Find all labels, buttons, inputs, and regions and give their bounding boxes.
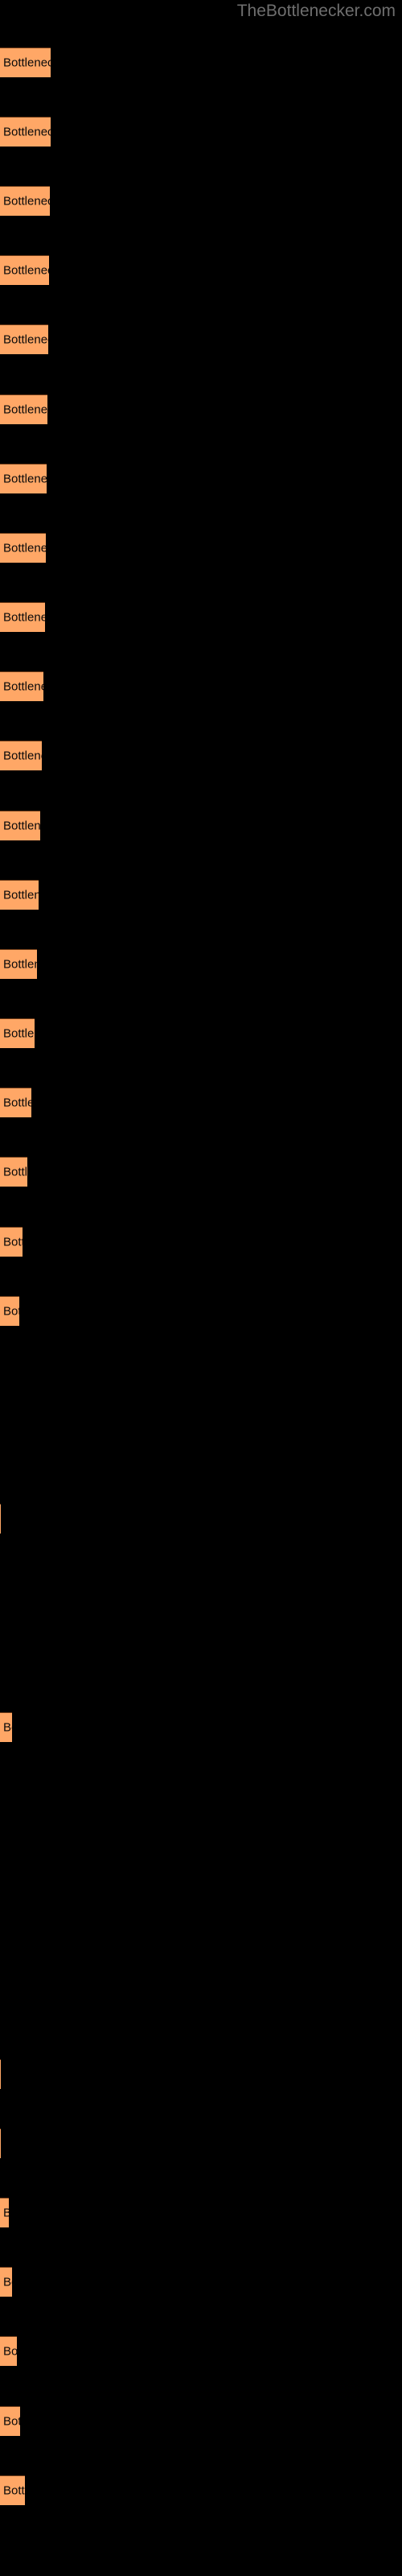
bar-row: Bottleneck result	[0, 602, 402, 632]
bar-row	[0, 1851, 402, 1880]
bar-label: Bottleneck result	[3, 2344, 17, 2359]
bar-label: Bottleneck result	[3, 957, 37, 972]
bar-label: Bottleneck result	[3, 1304, 19, 1319]
bar[interactable]: Bottleneck result	[0, 2406, 20, 2436]
bar[interactable]: Bottleneck result	[0, 1227, 23, 1257]
bar-label: Bottleneck result	[3, 819, 40, 833]
bar[interactable]: Bottleneck result	[0, 741, 42, 770]
bar[interactable]: Bottleneck result	[0, 2128, 1, 2158]
bar-label: Bottleneck result	[3, 2483, 25, 2498]
bar[interactable]: Bottleneck result	[0, 1088, 31, 1117]
bar-row	[0, 1643, 402, 1673]
bar-row: Bottleneck result	[0, 671, 402, 701]
bar-row: Bottleneck result	[0, 2267, 402, 2297]
bottleneck-bar-chart: TheBottlenecker.com Bottleneck resultBot…	[0, 0, 402, 2576]
bar-row: Bottleneck result	[0, 1018, 402, 1048]
bar-label: Bottleneck result	[3, 402, 47, 417]
bar[interactable]: Bottleneck result	[0, 949, 37, 979]
bar-row: Bottleneck result	[0, 533, 402, 563]
bar-row: Bottleneck result	[0, 394, 402, 424]
plot-area: Bottleneck result Bottleneck result Bottle…	[0, 0, 402, 2576]
bar-label: Bottleneck result	[3, 125, 51, 139]
bar[interactable]: Bottleneck result	[0, 1504, 1, 1534]
bar-label: Bottleneck result	[3, 888, 39, 902]
bar-row: Bottleneck result	[0, 2336, 402, 2366]
bar-label: Bottleneck result	[3, 1026, 35, 1041]
bar-label: Bottleneck result	[3, 1235, 23, 1249]
bar-row	[0, 1435, 402, 1464]
bar[interactable]: Bottleneck result	[0, 2336, 17, 2366]
bar[interactable]: Bottleneck result	[0, 1018, 35, 1048]
bar[interactable]: Bottleneck result	[0, 47, 51, 77]
bar-row: Bottleneck result	[0, 2406, 402, 2436]
bar[interactable]: Bottleneck result	[0, 394, 47, 424]
bar-row: Bottleneck result	[0, 2475, 402, 2505]
bar-label: Bottleneck result	[3, 610, 45, 625]
bar[interactable]: Bottleneck result	[0, 2475, 25, 2505]
bar[interactable]: Bottleneck result	[0, 811, 40, 840]
bar-label: Bottleneck result	[3, 679, 43, 694]
bar-row: Bottleneck result	[0, 880, 402, 910]
bar-row: Bottleneck result	[0, 464, 402, 493]
bar-row: Bottleneck result	[0, 117, 402, 147]
bar-row	[0, 1781, 402, 1811]
bar[interactable]: Bottleneck result	[0, 2267, 12, 2297]
bar-row	[0, 1990, 402, 2020]
bar[interactable]: Bottleneck result	[0, 1296, 19, 1326]
bar-label: Bottleneck result	[3, 1720, 12, 1735]
bar-row: Bottleneck result	[0, 1504, 402, 1534]
bar-label: Bottleneck result	[3, 1165, 27, 1179]
bar-row: Bottleneck result	[0, 1088, 402, 1117]
bar-row: Bottleneck result	[0, 1227, 402, 1257]
bar-label: Bottleneck result	[3, 2414, 20, 2429]
bar-row: Bottleneck result	[0, 2128, 402, 2158]
bar-label: Bottleneck result	[3, 332, 48, 347]
bar-label: Bottleneck result	[3, 541, 46, 555]
bar[interactable]: Bottleneck result	[0, 602, 45, 632]
bar[interactable]: Bottleneck result	[0, 117, 51, 147]
bar-row: Bottleneck result	[0, 1157, 402, 1187]
bar[interactable]: Bottleneck result	[0, 1712, 12, 1742]
bar-label: Bottleneck result	[3, 749, 42, 763]
bar-label: Bottleneck result	[3, 194, 50, 208]
bar-row	[0, 1920, 402, 1950]
bar-label: Bottleneck result	[3, 472, 47, 486]
bar-row	[0, 1574, 402, 1604]
bar[interactable]: Bottleneck result	[0, 533, 46, 563]
bar-row: Bottleneck result	[0, 1712, 402, 1742]
bar-row: Bottleneck result	[0, 186, 402, 216]
bar-row	[0, 1365, 402, 1395]
bar[interactable]: Bottleneck result	[0, 464, 47, 493]
bar-row: Bottleneck result	[0, 324, 402, 354]
bar-row: Bottleneck result	[0, 255, 402, 285]
bar-row: Bottleneck result	[0, 811, 402, 840]
bar-label: Bottleneck result	[3, 2207, 9, 2220]
bar[interactable]: Bottleneck result	[0, 671, 43, 701]
bar[interactable]: Bottleneck result	[0, 1157, 27, 1187]
bar-label: Bottleneck result	[3, 56, 51, 70]
bar[interactable]: Bottleneck result	[0, 255, 49, 285]
bar-label: Bottleneck result	[3, 1096, 31, 1110]
bar-label: Bottleneck result	[3, 2275, 12, 2289]
bar-row: Bottleneck result	[0, 2198, 402, 2227]
bar[interactable]: Bottleneck result	[0, 186, 50, 216]
bar-row: Bottleneck result	[0, 47, 402, 77]
bar[interactable]: Bottleneck result	[0, 324, 48, 354]
bar[interactable]: Bottleneck result	[0, 2198, 9, 2227]
bar-label: Bottleneck result	[3, 263, 49, 278]
bar[interactable]: Bottleneck result	[0, 880, 39, 910]
bar-row: Bottleneck result	[0, 2059, 402, 2089]
bar-row: Bottleneck result	[0, 1296, 402, 1326]
bar[interactable]: Bottleneck result	[0, 2059, 1, 2089]
bar-row: Bottleneck result	[0, 949, 402, 979]
bar-row: Bottleneck result	[0, 741, 402, 770]
